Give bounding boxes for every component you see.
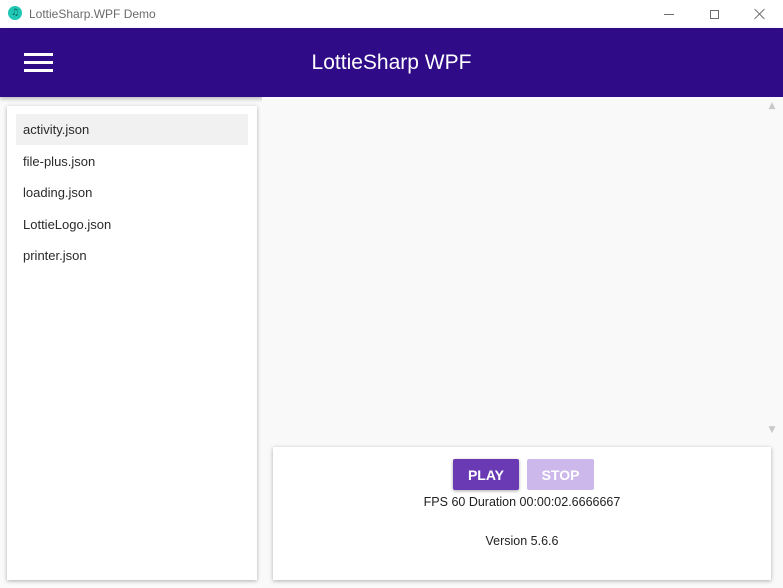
file-item-printer[interactable]: printer.json [16,240,248,271]
file-item-file-plus[interactable]: file-plus.json [16,146,248,177]
minimize-button[interactable] [646,0,692,28]
title-bar: ♫ LottieSharp.WPF Demo [0,0,783,28]
maximize-icon [709,9,719,19]
version-text: Version 5.6.6 [485,534,559,548]
fps-duration-text: FPS 60 Duration 00:00:02.6666667 [423,495,621,509]
scroll-up-icon[interactable]: ▲ [766,100,778,112]
stop-button[interactable]: STOP [527,459,594,490]
file-item-lottie-logo[interactable]: LottieLogo.json [16,209,248,240]
close-icon [754,8,766,20]
menu-icon-bar [24,69,53,72]
play-button[interactable]: PLAY [453,459,519,490]
close-button[interactable] [737,0,783,28]
file-item-loading[interactable]: loading.json [16,177,248,208]
menu-icon-bar [24,53,53,56]
window-title: LottieSharp.WPF Demo [29,7,156,21]
file-item-activity[interactable]: activity.json [16,114,248,145]
playback-controls: PLAY STOP FPS 60 Duration 00:00:02.66666… [273,447,771,580]
menu-icon[interactable] [24,52,53,74]
minimize-icon [664,13,674,15]
app-header: LottieSharp WPF [0,28,783,97]
menu-icon-bar [24,61,53,64]
file-list: activity.json file-plus.json loading.jso… [7,106,257,580]
app-icon: ♫ [8,6,22,20]
page-title: LottieSharp WPF [311,51,472,74]
scroll-down-icon[interactable]: ▼ [766,424,778,436]
maximize-button[interactable] [691,0,737,28]
app-window: ♫ LottieSharp.WPF Demo LottieSharp WPF a… [0,0,783,588]
